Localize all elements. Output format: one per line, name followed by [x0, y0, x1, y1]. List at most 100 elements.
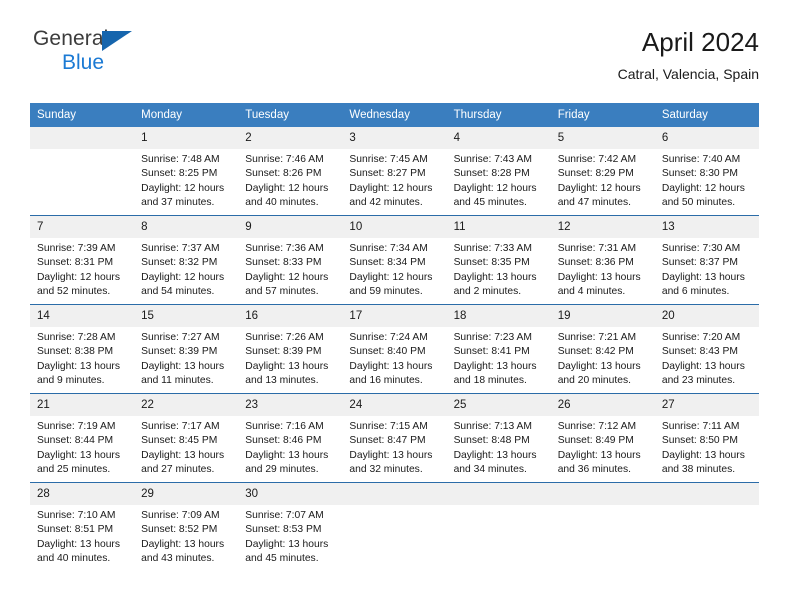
day-details: Sunrise: 7:12 AM Sunset: 8:49 PM Daylight:… [551, 416, 655, 478]
daylight-text: Daylight: 13 hours [453, 360, 537, 372]
calendar-day-cell[interactable]: 27 Sunrise: 7:11 AM Sunset: 8:50 PM Dayligh… [654, 393, 759, 483]
calendar-day-cell[interactable]: 29 Sunrise: 7:09 AM Sunset: 8:52 PM Dayligh… [134, 482, 239, 571]
day-details: Sunrise: 7:40 AM Sunset: 8:30 PM Daylight:… [655, 149, 759, 211]
calendar-day-cell[interactable]: 30 Sunrise: 7:07 AM Sunset: 8:53 PM Dayligh… [238, 482, 343, 571]
calendar-day-cell[interactable]: 23 Sunrise: 7:16 AM Sunset: 8:46 PM Dayligh… [238, 393, 343, 483]
calendar-day-cell[interactable]: 21 Sunrise: 7:19 AM Sunset: 8:44 PM Dayligh… [30, 393, 135, 483]
general-blue-logo[interactable]: General Blue [33, 27, 213, 83]
calendar-page: General Blue April 2024 Catral, Valencia… [0, 0, 792, 612]
calendar-day-cell[interactable]: 4 Sunrise: 7:43 AM Sunset: 8:28 PM Daylight… [446, 127, 551, 216]
calendar-day-cell[interactable]: 15 Sunrise: 7:27 AM Sunset: 8:39 PM Dayligh… [134, 304, 239, 394]
calendar-day-cell[interactable]: 2 Sunrise: 7:46 AM Sunset: 8:26 PM Daylight… [238, 127, 343, 216]
sunrise-text: Sunrise: 7:20 AM [661, 332, 741, 343]
sunrise-text: Sunrise: 7:26 AM [245, 332, 324, 343]
day-details [342, 505, 446, 509]
day-details: Sunrise: 7:48 AM Sunset: 8:25 PM Daylight:… [134, 149, 238, 211]
logo-text-blue: Blue [62, 51, 105, 74]
day-number: 2 [238, 127, 343, 149]
calendar-day-cell[interactable]: 11 Sunrise: 7:33 AM Sunset: 8:35 PM Dayligh… [446, 215, 551, 305]
day-details [30, 149, 134, 153]
calendar-day-cell[interactable]: 13 Sunrise: 7:30 AM Sunset: 8:37 PM Dayligh… [654, 215, 759, 305]
day-details: Sunrise: 7:09 AM Sunset: 8:52 PM Daylight:… [134, 505, 238, 567]
sunrise-text: Sunrise: 7:24 AM [349, 332, 428, 343]
daylight-text: Daylight: 13 hours [661, 449, 745, 461]
daylight-text: and 13 minutes. [245, 375, 319, 387]
sunrise-text: Sunrise: 7:34 AM [349, 243, 428, 254]
calendar-day-cell[interactable]: 1 Sunrise: 7:48 AM Sunset: 8:25 PM Daylight… [134, 127, 239, 216]
daylight-text: and 47 minutes. [557, 197, 631, 209]
day-number: 30 [238, 483, 343, 505]
daylight-text: and 2 minutes. [453, 286, 522, 298]
calendar-day-cell[interactable]: 12 Sunrise: 7:31 AM Sunset: 8:36 PM Dayligh… [550, 215, 655, 305]
page-header: General Blue April 2024 Catral, Valencia… [33, 27, 759, 97]
calendar-day-cell[interactable]: 14 Sunrise: 7:28 AM Sunset: 8:38 PM Dayligh… [30, 304, 135, 394]
calendar-day-cell[interactable]: 16 Sunrise: 7:26 AM Sunset: 8:39 PM Dayligh… [238, 304, 343, 394]
day-details: Sunrise: 7:26 AM Sunset: 8:39 PM Daylight:… [238, 327, 342, 389]
day-number: 18 [446, 305, 551, 327]
daylight-text: Daylight: 13 hours [349, 449, 433, 461]
day-number: 11 [446, 216, 551, 238]
calendar-day-cell[interactable]: 20 Sunrise: 7:20 AM Sunset: 8:43 PM Dayligh… [654, 304, 759, 394]
calendar-day-cell[interactable]: 9 Sunrise: 7:36 AM Sunset: 8:33 PM Daylight… [238, 215, 343, 305]
calendar-day-cell[interactable]: 6 Sunrise: 7:40 AM Sunset: 8:30 PM Daylight… [654, 127, 759, 216]
day-number: 20 [654, 305, 759, 327]
day-details: Sunrise: 7:15 AM Sunset: 8:47 PM Daylight:… [342, 416, 446, 478]
day-details: Sunrise: 7:27 AM Sunset: 8:39 PM Daylight:… [134, 327, 238, 389]
calendar-header-row: Sunday Monday Tuesday Wednesday Thursday… [30, 103, 759, 127]
sunset-text: Sunset: 8:36 PM [557, 257, 634, 269]
day-details: Sunrise: 7:21 AM Sunset: 8:42 PM Daylight:… [551, 327, 655, 389]
day-details: Sunrise: 7:45 AM Sunset: 8:27 PM Daylight:… [342, 149, 446, 211]
daylight-text: Daylight: 13 hours [245, 538, 329, 550]
calendar-day-cell[interactable]: 28 Sunrise: 7:10 AM Sunset: 8:51 PM Dayligh… [30, 482, 135, 571]
day-number: 1 [134, 127, 239, 149]
sunset-text: Sunset: 8:33 PM [245, 257, 322, 269]
calendar-day-cell[interactable]: 26 Sunrise: 7:12 AM Sunset: 8:49 PM Dayligh… [550, 393, 655, 483]
logo-text-general: General [33, 27, 109, 50]
day-details: Sunrise: 7:36 AM Sunset: 8:33 PM Daylight:… [238, 238, 342, 300]
sunrise-text: Sunrise: 7:21 AM [557, 332, 637, 343]
daylight-text: Daylight: 13 hours [557, 360, 641, 372]
calendar-day-cell[interactable]: 24 Sunrise: 7:15 AM Sunset: 8:47 PM Dayligh… [342, 393, 447, 483]
calendar-day-cell-empty [446, 482, 551, 571]
daylight-text: Daylight: 12 hours [141, 271, 225, 283]
sunrise-text: Sunrise: 7:07 AM [245, 510, 324, 521]
calendar-day-cell[interactable]: 22 Sunrise: 7:17 AM Sunset: 8:45 PM Dayligh… [134, 393, 239, 483]
daylight-text: Daylight: 13 hours [453, 449, 537, 461]
day-details: Sunrise: 7:20 AM Sunset: 8:43 PM Daylight:… [655, 327, 759, 389]
day-number: 24 [342, 394, 447, 416]
sunrise-text: Sunrise: 7:31 AM [557, 243, 637, 254]
day-details: Sunrise: 7:37 AM Sunset: 8:32 PM Daylight:… [134, 238, 238, 300]
sunset-text: Sunset: 8:38 PM [37, 346, 114, 358]
calendar-day-cell[interactable]: 17 Sunrise: 7:24 AM Sunset: 8:40 PM Dayligh… [342, 304, 447, 394]
calendar-day-cell[interactable]: 18 Sunrise: 7:23 AM Sunset: 8:41 PM Dayligh… [446, 304, 551, 394]
weekday-header-friday: Friday [550, 103, 655, 127]
sunset-text: Sunset: 8:26 PM [245, 168, 322, 180]
sunrise-text: Sunrise: 7:28 AM [37, 332, 116, 343]
calendar-day-cell[interactable]: 19 Sunrise: 7:21 AM Sunset: 8:42 PM Dayligh… [550, 304, 655, 394]
calendar-day-cell[interactable]: 7 Sunrise: 7:39 AM Sunset: 8:31 PM Daylight… [30, 215, 135, 305]
daylight-text: Daylight: 12 hours [349, 271, 433, 283]
calendar-day-cell[interactable]: 3 Sunrise: 7:45 AM Sunset: 8:27 PM Daylight… [342, 127, 447, 216]
day-details: Sunrise: 7:10 AM Sunset: 8:51 PM Daylight:… [30, 505, 134, 567]
page-title: April 2024 [641, 27, 759, 57]
calendar-day-cell[interactable]: 5 Sunrise: 7:42 AM Sunset: 8:29 PM Daylight… [550, 127, 655, 216]
daylight-text: Daylight: 13 hours [245, 449, 329, 461]
day-number: 3 [342, 127, 447, 149]
calendar-day-cell[interactable]: 25 Sunrise: 7:13 AM Sunset: 8:48 PM Dayligh… [446, 393, 551, 483]
calendar-day-cell[interactable]: 10 Sunrise: 7:34 AM Sunset: 8:34 PM Dayligh… [342, 215, 447, 305]
weekday-header-monday: Monday [134, 103, 239, 127]
day-details: Sunrise: 7:46 AM Sunset: 8:26 PM Daylight:… [238, 149, 342, 211]
sunrise-text: Sunrise: 7:43 AM [453, 154, 532, 165]
day-number: 25 [446, 394, 551, 416]
weekday-header-thursday: Thursday [446, 103, 551, 127]
daylight-text: and 40 minutes. [245, 197, 319, 209]
sunrise-text: Sunrise: 7:11 AM [661, 421, 740, 432]
calendar-week-row: 28 Sunrise: 7:10 AM Sunset: 8:51 PM Dayligh… [30, 482, 759, 571]
daylight-text: Daylight: 13 hours [37, 449, 120, 461]
calendar-day-cell[interactable]: 8 Sunrise: 7:37 AM Sunset: 8:32 PM Daylight… [134, 215, 239, 305]
daylight-text: and 50 minutes. [661, 197, 736, 209]
daylight-text: and 32 minutes. [349, 464, 423, 476]
day-details: Sunrise: 7:17 AM Sunset: 8:45 PM Daylight:… [134, 416, 238, 478]
calendar-table: Sunday Monday Tuesday Wednesday Thursday… [30, 103, 759, 571]
day-number: 19 [550, 305, 655, 327]
